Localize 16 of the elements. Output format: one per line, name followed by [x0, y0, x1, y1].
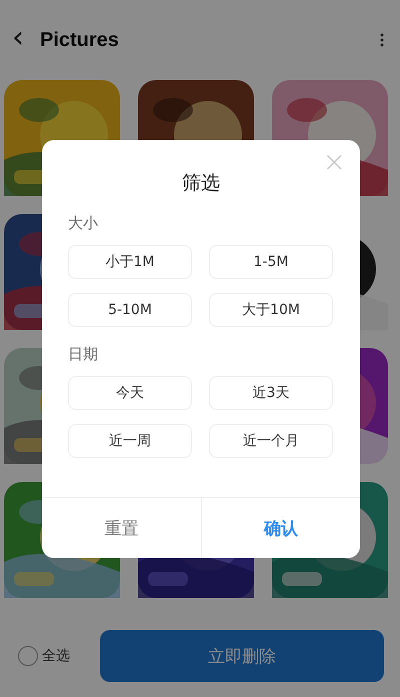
filter-option[interactable]: 近一周 — [68, 424, 192, 458]
dialog-title: 筛选 — [181, 171, 221, 196]
filter-option[interactable]: 近3天 — [209, 376, 333, 410]
more-icon[interactable] — [380, 33, 384, 47]
filter-option[interactable]: 今天 — [68, 376, 192, 410]
filter-option[interactable]: 5-10M — [68, 293, 192, 327]
back-button[interactable]: ‹ — [12, 23, 24, 53]
filter-option[interactable]: 小于1M — [68, 245, 192, 279]
select-all-label: 全选 — [42, 647, 70, 665]
page-title: Pictures — [40, 28, 120, 52]
filter-option[interactable]: 1-5M — [209, 245, 333, 279]
section-label: 大小 — [68, 214, 99, 233]
section-label: 日期 — [68, 345, 99, 364]
filter-option[interactable]: 近一个月 — [209, 424, 333, 458]
select-all-radio[interactable] — [18, 646, 38, 666]
filter-option[interactable]: 大于10M — [209, 293, 333, 327]
